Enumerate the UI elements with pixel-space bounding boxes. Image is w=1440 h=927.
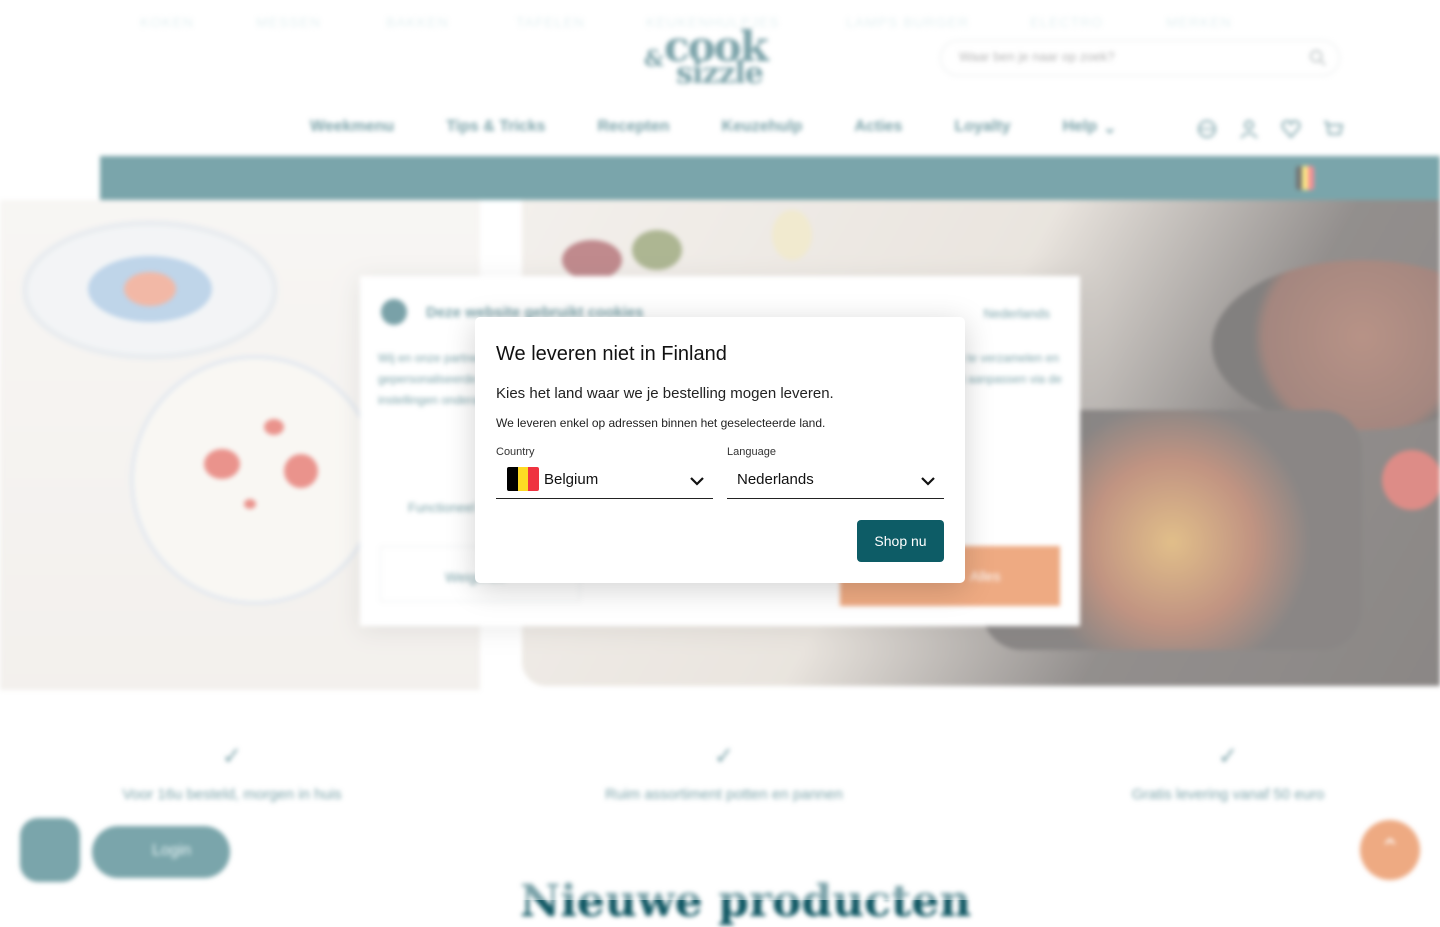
language-label: Language	[727, 446, 776, 458]
country-value: Belgium	[544, 471, 599, 488]
chevron-down-icon	[690, 477, 704, 486]
belgium-flag-icon	[507, 467, 539, 491]
modal-title: We leveren niet in Finland	[496, 343, 727, 365]
country-modal: We leveren niet in Finland Kies het land…	[475, 317, 965, 583]
shop-now-button[interactable]: Shop nu	[857, 520, 944, 562]
modal-subtitle: Kies het land waar we je bestelling moge…	[496, 385, 834, 402]
language-select[interactable]: Nederlands	[727, 463, 944, 499]
chevron-down-icon	[921, 477, 935, 486]
modal-note: We leveren enkel op adressen binnen het …	[496, 416, 826, 430]
country-label: Country	[496, 446, 535, 458]
language-value: Nederlands	[737, 471, 814, 488]
country-select[interactable]: Belgium	[496, 463, 713, 499]
